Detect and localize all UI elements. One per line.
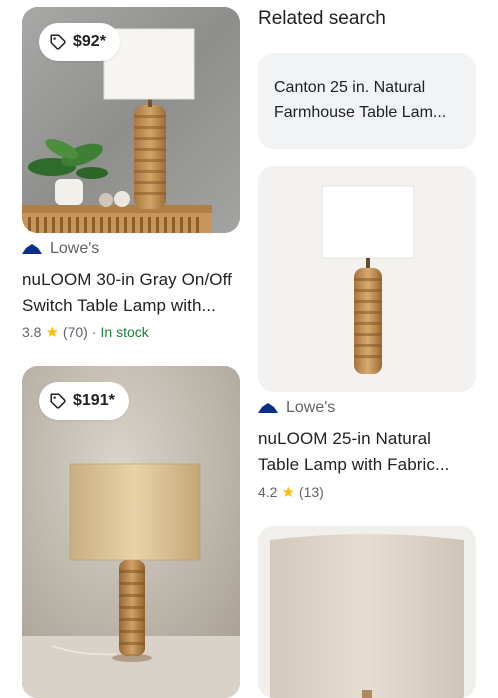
price-chip: $92* [39, 23, 120, 61]
related-query-line-2: Farmhouse Table Lam... [274, 104, 447, 121]
merchant-row[interactable]: Lowe's [22, 240, 99, 258]
lowes-logo-icon [258, 403, 278, 413]
related-search-heading: Related search [258, 8, 386, 29]
product-title-line-2: Table Lamp with Fabric... [258, 455, 450, 474]
product-image-3[interactable] [258, 166, 476, 392]
price-label: $191* [73, 392, 115, 409]
price-label: $92* [73, 33, 106, 50]
product-title-line-1: nuLOOM 25-in Natural [258, 429, 432, 448]
price-chip: $191* [39, 382, 129, 420]
product-title[interactable]: nuLOOM 25-in Natural Table Lamp with Fab… [258, 426, 484, 478]
lowes-logo-icon [22, 244, 42, 254]
review-count: (13) [298, 484, 324, 500]
price-tag-icon [50, 34, 66, 50]
lamp-photo-3 [258, 166, 476, 392]
rating-row: 3.8 ★ (70) · In stock [22, 324, 149, 340]
product-image-2[interactable]: $191* [22, 366, 240, 698]
star-icon: ★ [281, 483, 295, 501]
product-title-line-1: nuLOOM 30-in Gray On/Off [22, 270, 232, 289]
product-image-4[interactable] [258, 526, 476, 698]
review-count: (70) [62, 324, 88, 340]
related-query-line-1: Canton 25 in. Natural [274, 79, 426, 96]
product-image-1[interactable]: $92* [22, 7, 240, 233]
availability-status: In stock [100, 324, 149, 340]
related-search-chip[interactable]: Canton 25 in. Natural Farmhouse Table La… [258, 53, 476, 149]
product-title[interactable]: nuLOOM 30-in Gray On/Off Switch Table La… [22, 267, 248, 319]
merchant-name: Lowe's [50, 240, 100, 257]
rating-row: 4.2 ★ (13) [258, 484, 324, 500]
merchant-name: Lowe's [286, 399, 336, 416]
shopping-results: $92* Lowe's nuLOOM 30-in Gray On/Off Swi… [0, 0, 498, 698]
merchant-row[interactable]: Lowe's [258, 399, 335, 417]
rating-value: 3.8 [22, 324, 42, 340]
separator-dot: · [91, 324, 97, 340]
rating-value: 4.2 [258, 484, 278, 500]
star-icon: ★ [45, 323, 59, 341]
lamp-photo-4 [258, 526, 476, 698]
price-tag-icon [50, 393, 66, 409]
product-title-line-2: Switch Table Lamp with... [22, 296, 216, 315]
